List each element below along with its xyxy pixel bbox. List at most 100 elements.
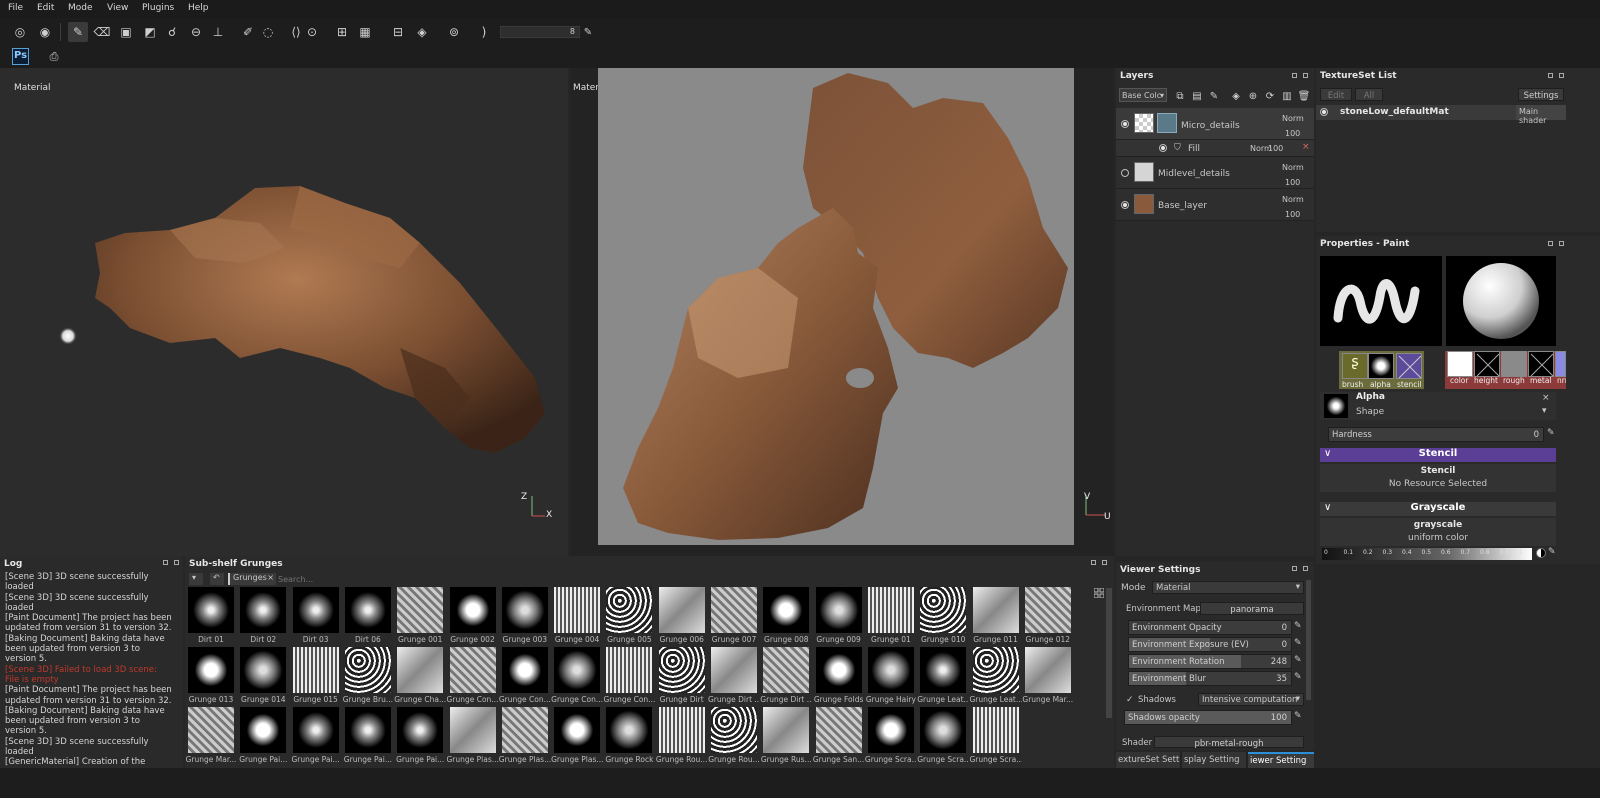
projection-icon[interactable]: ▣ xyxy=(116,22,136,42)
layer-opacity[interactable]: 100 xyxy=(1285,178,1300,187)
layer-row-micro-details[interactable]: Micro_details Norm 100 xyxy=(1116,108,1314,140)
grunge-thumbnail[interactable] xyxy=(292,647,339,693)
metal-slot[interactable] xyxy=(1528,351,1554,377)
layer-row-base-layer[interactable]: Base_layer Norm 100 xyxy=(1116,189,1314,221)
float-panel-icon[interactable] xyxy=(1292,566,1297,571)
remove-tag-icon[interactable]: × xyxy=(267,573,274,582)
shadows-opacity-slider[interactable]: Shadows opacity 100 xyxy=(1124,710,1292,725)
layer-blend-mode[interactable]: Norm xyxy=(1282,195,1304,204)
tab-textureset-settings[interactable]: extureSet Setting xyxy=(1116,752,1180,768)
brush-slot[interactable]: ʂ xyxy=(1342,353,1368,379)
grunge-thumbnail[interactable] xyxy=(188,587,234,633)
grayscale-ramp[interactable]: 0 0.1 0.2 0.3 0.4 0.5 0.6 0.7 0.8 0.9 1 xyxy=(1322,548,1532,560)
grunge-thumbnail[interactable] xyxy=(240,587,287,633)
menu-file[interactable]: File xyxy=(8,3,23,13)
close-panel-icon[interactable] xyxy=(1303,566,1308,571)
grunge-thumbnail[interactable] xyxy=(449,707,496,753)
grunge-thumbnail[interactable] xyxy=(292,587,339,633)
render-icon[interactable]: ⊚ xyxy=(444,22,464,42)
filter-tag[interactable]: Grunges × xyxy=(228,573,276,585)
photoshop-export-icon[interactable]: Ps xyxy=(12,48,29,65)
menu-view[interactable]: View xyxy=(107,3,128,13)
lazy-mouse-icon[interactable]: ⊙ xyxy=(302,22,322,42)
clone-stamp-icon[interactable]: ⊥ xyxy=(208,22,228,42)
environment-slider[interactable]: Environment Opacity 0 xyxy=(1128,620,1292,635)
stencil-slot[interactable] xyxy=(1396,353,1422,379)
tab-display-settings[interactable]: splay Setting xyxy=(1182,752,1246,768)
remove-effect-icon[interactable]: × xyxy=(1302,142,1310,152)
viewer-scrollbar[interactable] xyxy=(1306,580,1311,700)
grunge-thumbnail[interactable] xyxy=(972,587,1019,633)
grunge-thumbnail[interactable] xyxy=(606,647,653,693)
camera-view-icon[interactable]: ▦ xyxy=(355,22,375,42)
close-panel-icon[interactable] xyxy=(174,560,179,565)
edit-icon[interactable]: ✎ xyxy=(1294,621,1302,631)
paint-brush-icon[interactable]: ✎ xyxy=(68,22,88,42)
menu-plugins[interactable]: Plugins xyxy=(142,3,174,13)
visibility-icon[interactable] xyxy=(1121,201,1129,209)
grunge-thumbnail[interactable] xyxy=(763,647,810,693)
grunge-thumbnail[interactable] xyxy=(344,707,391,753)
edit-icon[interactable]: ✎ xyxy=(1548,547,1556,557)
grunge-thumbnail[interactable] xyxy=(188,707,234,753)
grunge-thumbnail[interactable] xyxy=(972,707,1019,753)
grunge-thumbnail[interactable] xyxy=(920,707,967,753)
visibility-icon[interactable] xyxy=(1121,169,1129,177)
grunge-thumbnail[interactable] xyxy=(240,647,287,693)
edit-icon[interactable]: ✎ xyxy=(1294,638,1302,648)
close-panel-icon[interactable] xyxy=(1559,241,1564,246)
alpha-slot[interactable] xyxy=(1368,353,1394,379)
grunge-thumbnail[interactable] xyxy=(920,587,967,633)
filter-icon[interactable]: ▾ xyxy=(189,573,203,585)
edit-icon[interactable]: ✎ xyxy=(1294,672,1302,682)
textureset-item[interactable]: stoneLow_defaultMat Main shader xyxy=(1316,105,1566,125)
float-panel-icon[interactable] xyxy=(1548,73,1553,78)
color-slot[interactable] xyxy=(1447,351,1473,377)
camera-projection-icon[interactable]: ◈ xyxy=(412,22,432,42)
grunge-thumbnail[interactable] xyxy=(658,647,705,693)
add-mask-icon[interactable]: ✎ xyxy=(1204,86,1224,106)
grunge-thumbnail[interactable] xyxy=(1024,587,1071,633)
tab-viewer-settings[interactable]: iewer Setting xyxy=(1248,752,1314,768)
color-toggle-icon[interactable] xyxy=(1536,548,1546,558)
float-panel-icon[interactable] xyxy=(1091,560,1096,565)
grunge-thumbnail[interactable] xyxy=(867,707,914,753)
grunge-thumbnail[interactable] xyxy=(449,587,496,633)
hardness-slider[interactable]: Hardness 0 xyxy=(1328,427,1544,442)
menu-help[interactable]: Help xyxy=(188,3,209,13)
close-icon[interactable]: × xyxy=(1542,393,1550,403)
mode-select[interactable]: Material ▾ xyxy=(1152,581,1304,594)
grunge-thumbnail[interactable] xyxy=(554,647,601,693)
layer-opacity[interactable]: 100 xyxy=(1268,144,1283,153)
grid-view-icon[interactable] xyxy=(1093,587,1105,599)
substance-source-icon[interactable]: ◉ xyxy=(35,22,55,42)
eraser-icon[interactable]: ⌫ xyxy=(92,22,112,42)
screenshot-icon[interactable]: ⊞ xyxy=(332,22,352,42)
display-mode-icon[interactable]: ⊟ xyxy=(388,22,408,42)
grunge-thumbnail[interactable] xyxy=(397,647,444,693)
shadows-select[interactable]: Intensive computation ▾ xyxy=(1198,693,1304,706)
shelf-search-input[interactable] xyxy=(278,573,1086,585)
settings-button[interactable]: Settings xyxy=(1518,88,1564,101)
edit-icon[interactable]: ✎ xyxy=(1294,711,1302,721)
reset-icon[interactable]: ↶ xyxy=(210,573,224,585)
grunge-thumbnail[interactable] xyxy=(344,587,391,633)
close-panel-icon[interactable] xyxy=(1102,560,1107,565)
color-picker-icon[interactable]: ✐ xyxy=(238,22,258,42)
grunge-thumbnail[interactable] xyxy=(920,647,967,693)
substance-share-icon[interactable]: ◎ xyxy=(10,22,30,42)
grunge-thumbnail[interactable] xyxy=(815,707,862,753)
brush-size-edit-icon[interactable]: ✎ xyxy=(578,22,598,42)
edit-icon[interactable]: ✎ xyxy=(1547,428,1555,438)
layer-blend-mode[interactable]: Norm xyxy=(1282,163,1304,172)
grunge-thumbnail[interactable] xyxy=(867,587,914,633)
layer-blend-mode[interactable]: Norm xyxy=(1282,114,1304,123)
grunge-thumbnail[interactable] xyxy=(344,647,391,693)
geometry-decal-icon[interactable]: ⊖ xyxy=(186,22,206,42)
grunge-thumbnail[interactable] xyxy=(711,647,757,693)
menu-mode[interactable]: Mode xyxy=(68,3,93,13)
brush-size-field[interactable]: 8 xyxy=(500,26,580,38)
grunge-thumbnail[interactable] xyxy=(658,587,705,633)
grunge-thumbnail[interactable] xyxy=(292,707,339,753)
grunge-thumbnail[interactable] xyxy=(501,707,548,753)
